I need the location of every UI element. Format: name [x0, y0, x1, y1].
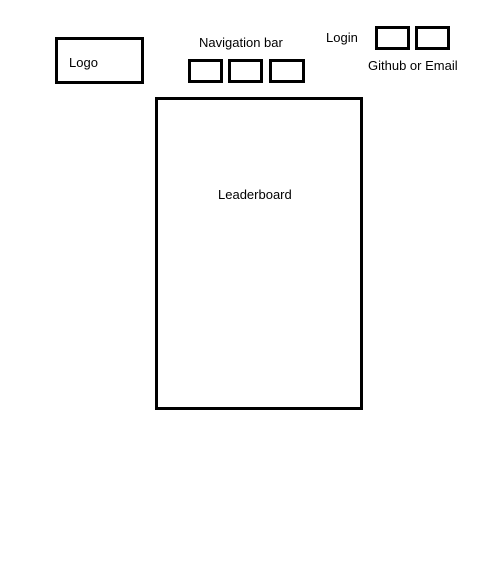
logo-placeholder[interactable]: Logo	[55, 37, 144, 84]
leaderboard-panel: Leaderboard	[155, 97, 363, 410]
login-label: Login	[326, 30, 358, 45]
login-email-button[interactable]	[415, 26, 450, 50]
nav-item-3[interactable]	[269, 59, 305, 83]
navigation-bar-title: Navigation bar	[199, 35, 283, 50]
logo-label: Logo	[69, 55, 98, 70]
leaderboard-label: Leaderboard	[218, 187, 292, 202]
nav-item-1[interactable]	[188, 59, 223, 83]
login-options-caption: Github or Email	[368, 58, 458, 73]
login-github-button[interactable]	[375, 26, 410, 50]
nav-item-2[interactable]	[228, 59, 263, 83]
